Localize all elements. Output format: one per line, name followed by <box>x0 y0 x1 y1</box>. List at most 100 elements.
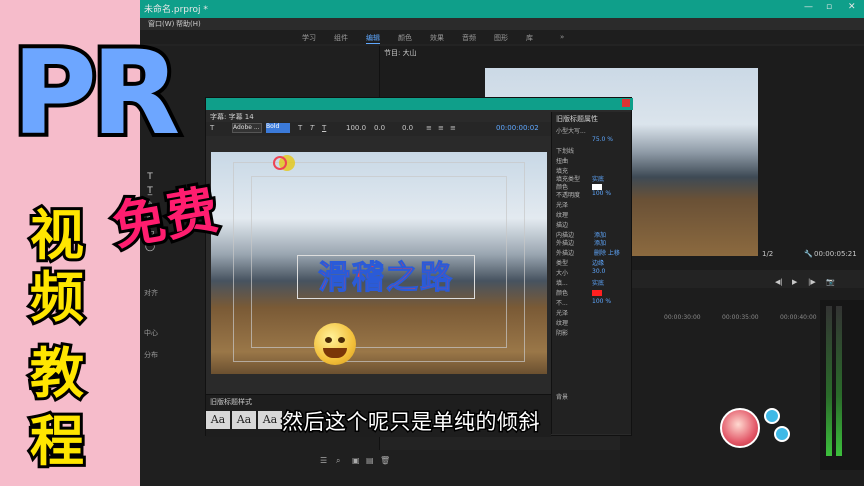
prop-outer-stroke-item: 外描边 <box>556 250 575 257</box>
tab-color[interactable]: 颜色 <box>398 33 412 43</box>
pr-logo-text: PR <box>8 26 184 161</box>
timeline-time-2: 00:00:35:00 <box>722 314 759 321</box>
maximize-icon[interactable]: ▫ <box>826 2 832 12</box>
project-bottom-bar: ☰ ⌕ ▣ ▤ 🗑 <box>280 450 620 486</box>
dialog-timecode[interactable]: 00:00:00:02 <box>496 124 539 132</box>
italic-icon[interactable]: T <box>310 124 314 132</box>
prop-stroke-type: 类型 <box>556 260 569 267</box>
timeline-time-1: 00:00:30:00 <box>664 314 701 321</box>
timeline-time-3: 00:00:40:00 <box>780 314 817 321</box>
prop-stroke-texture[interactable]: 纹理 <box>556 318 568 327</box>
prop-stroke-opacity-value[interactable]: 100 % <box>592 298 611 305</box>
align-center-icon[interactable]: ≡ <box>438 124 444 132</box>
menu-help[interactable]: 帮助(H) <box>176 19 201 29</box>
program-monitor-title: 节目: 大山 <box>384 49 417 57</box>
title-toolbar: T Adobe ... Bold T T T 100.0 0.0 0.0 ≡ ≡… <box>206 122 551 136</box>
prop-outer-stroke: 外描边 <box>556 240 575 247</box>
title-tab[interactable]: 字幕: 字幕 14 <box>210 112 254 122</box>
search-icon[interactable]: ⌕ <box>336 456 340 466</box>
trash-icon[interactable]: 🗑 <box>380 456 390 465</box>
prop-texture[interactable]: 纹理 <box>556 210 568 219</box>
vertical-label-4: 程 <box>27 409 87 475</box>
window-title: 未命名.prproj * <box>144 5 208 15</box>
prop-opacity: 不透明度 <box>556 192 581 199</box>
step-forward-icon[interactable]: |▶ <box>808 278 816 286</box>
mascot-badge-icon <box>774 426 790 442</box>
click-ring <box>273 156 287 170</box>
font-size-value[interactable]: 100.0 <box>346 124 366 132</box>
underline-icon[interactable]: T <box>322 124 326 132</box>
prop-small-caps-value[interactable]: 75.0 % <box>592 136 613 143</box>
mascot-avatar <box>720 408 760 448</box>
program-timecode: 00:00:05:21 <box>814 250 857 258</box>
prop-stroke-size-value[interactable]: 30.0 <box>592 268 605 275</box>
title-text-box[interactable]: 滑稽之路 <box>297 255 475 299</box>
prop-stroke-color: 颜色 <box>556 290 569 297</box>
center-label: 中心 <box>144 329 158 337</box>
title-properties-panel: 旧版标题属性 小型大写... 75.0 % 下划线 扭曲 填充 填充类型 实底 … <box>551 112 631 434</box>
align-label: 对齐 <box>144 289 158 297</box>
style-swatch-1[interactable]: Aa <box>206 411 230 429</box>
tab-libraries[interactable]: 库 <box>526 33 533 43</box>
emoji-eye-left <box>325 337 332 343</box>
tab-assembly[interactable]: 组件 <box>334 33 348 43</box>
tab-effects[interactable]: 效果 <box>430 33 444 43</box>
prop-small-caps: 小型大写... <box>556 128 586 135</box>
tab-editing[interactable]: 编辑 <box>366 33 380 44</box>
prop-shadow[interactable]: 阴影 <box>556 328 568 337</box>
vertical-label-1: 视 <box>27 203 87 269</box>
tab-learn[interactable]: 学习 <box>302 33 316 43</box>
prop-stroke-size: 大小 <box>556 270 569 277</box>
prop-strokes[interactable]: 描边 <box>556 220 568 229</box>
kerning-value[interactable]: 0.0 <box>374 124 385 132</box>
outer-stroke-actions[interactable]: 删除 上移 <box>594 248 620 257</box>
prop-opacity-value[interactable]: 100 % <box>592 190 611 197</box>
prop-stroke-fill: 填... <box>556 280 568 287</box>
tab-graphics[interactable]: 图形 <box>494 33 508 43</box>
distribute-label: 分布 <box>144 351 158 359</box>
prop-underline[interactable]: 下划线 <box>556 146 574 155</box>
emoji-face-image <box>314 323 356 365</box>
prop-distort[interactable]: 扭曲 <box>556 156 568 165</box>
leading-value[interactable]: 0.0 <box>402 124 413 132</box>
list-view-icon[interactable]: ☰ <box>320 456 327 465</box>
new-item-icon[interactable]: ▤ <box>366 456 374 465</box>
dialog-titlebar <box>206 98 633 110</box>
mascot-badge-icon <box>764 408 780 424</box>
folder-icon[interactable]: ▣ <box>352 456 360 465</box>
more-tabs-icon[interactable]: » <box>560 33 564 41</box>
prop-sheen[interactable]: 光泽 <box>556 200 568 209</box>
title-canvas[interactable]: 滑稽之路 <box>211 152 547 374</box>
bold-icon[interactable]: T <box>298 124 302 132</box>
add-outer-stroke[interactable]: 添加 <box>594 238 606 247</box>
prop-stroke-type-value[interactable]: 边缘 <box>592 258 604 267</box>
tab-audio[interactable]: 音频 <box>462 33 476 43</box>
export-frame-icon[interactable]: 📷 <box>826 278 835 286</box>
close-icon[interactable]: ✕ <box>848 2 856 12</box>
fit-select[interactable]: 1/2 <box>762 250 773 258</box>
prop-background[interactable]: 背景 <box>556 392 568 401</box>
style-swatch-3[interactable]: Aa <box>258 411 282 429</box>
type-tool-icon[interactable]: T <box>210 124 214 132</box>
prop-stroke-fill-value[interactable]: 实底 <box>592 278 604 287</box>
step-back-icon[interactable]: ◀| <box>775 278 783 286</box>
title-editor-dialog: 字幕: 字幕 14 T Adobe ... Bold T T T 100.0 0… <box>205 97 633 437</box>
stroke-color-swatch[interactable] <box>592 290 602 296</box>
menubar: 窗口(W) 帮助(H) <box>140 18 864 30</box>
prop-stroke-opacity: 不... <box>556 300 568 307</box>
font-style-select[interactable]: Bold <box>266 123 290 133</box>
wrench-icon[interactable]: 🔧 <box>804 250 813 258</box>
window-titlebar: 未命名.prproj * — ▫ ✕ <box>140 0 864 18</box>
align-right-icon[interactable]: ≡ <box>450 124 456 132</box>
play-icon[interactable]: ▶ <box>792 278 797 286</box>
meter-right <box>836 306 842 456</box>
font-select[interactable]: Adobe ... <box>232 123 262 133</box>
prop-stroke-sheen[interactable]: 光泽 <box>556 308 568 317</box>
minimize-icon[interactable]: — <box>804 2 813 12</box>
prop-fill-type-value[interactable]: 实底 <box>592 174 604 183</box>
style-swatch-2[interactable]: Aa <box>232 411 256 429</box>
align-left-icon[interactable]: ≡ <box>426 124 432 132</box>
close-icon[interactable] <box>622 99 630 107</box>
emoji-mouth <box>323 348 347 358</box>
vertical-label-3: 教 <box>27 341 87 407</box>
